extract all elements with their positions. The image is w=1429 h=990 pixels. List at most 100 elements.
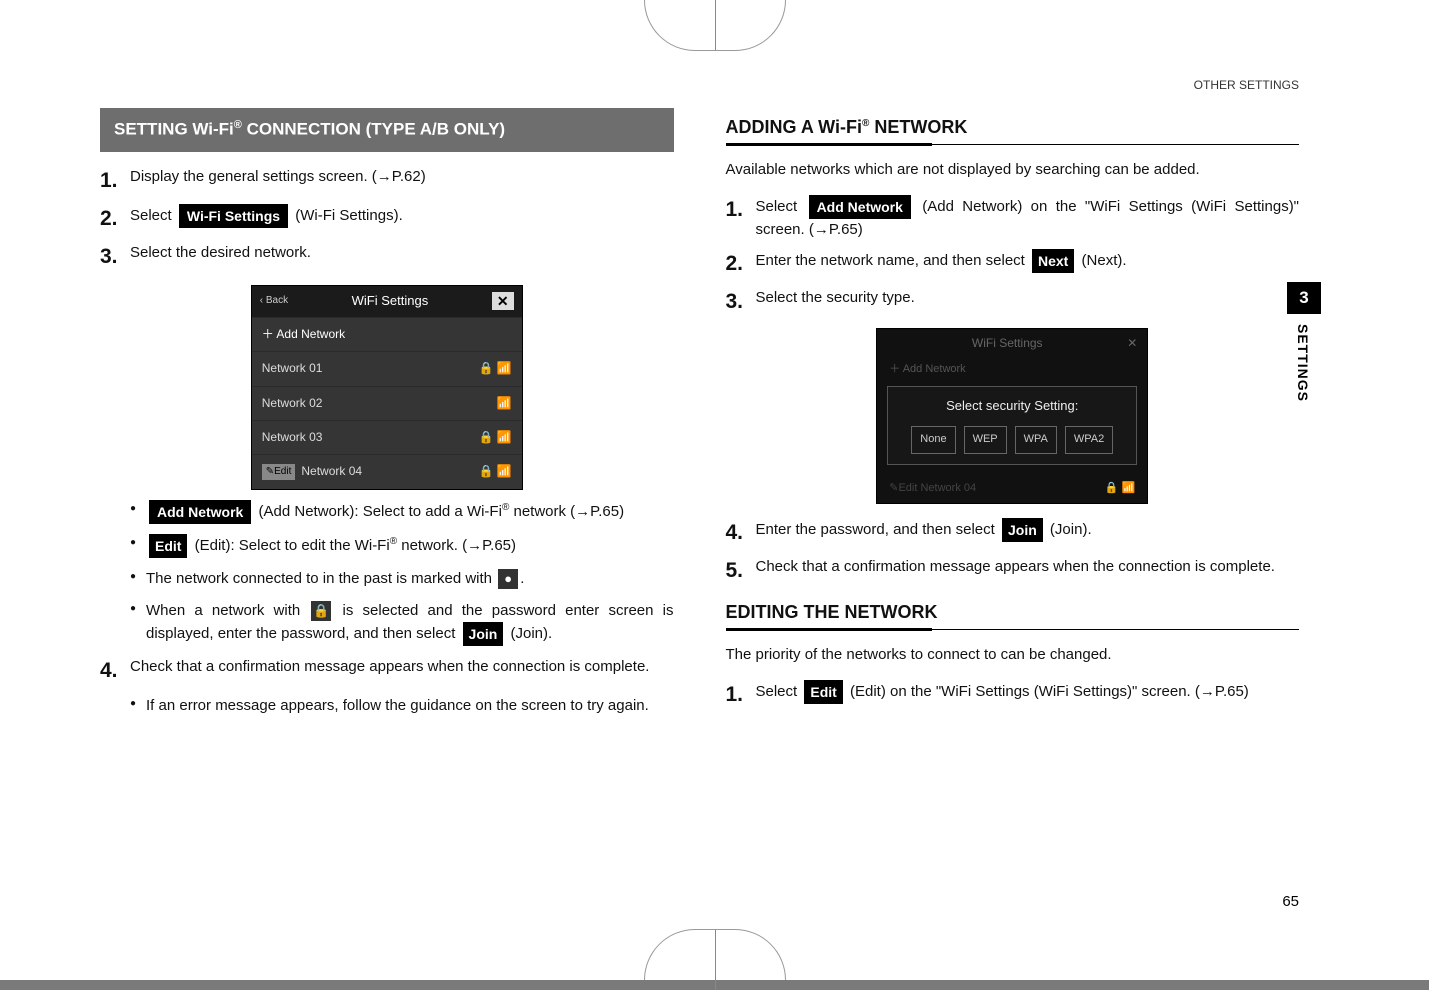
text: Select: [130, 207, 176, 224]
step-5: 5. Check that a confirmation message app…: [726, 556, 1300, 586]
security-option: WPA: [1015, 426, 1057, 454]
step-text: Check that a confirmation message appear…: [756, 556, 1300, 578]
step-2: 2. Enter the network name, and then sele…: [726, 249, 1300, 279]
chapter-tab: 3 SETTINGS: [1287, 282, 1321, 402]
text: The network connected to in the past is …: [146, 570, 496, 587]
bullet-item: The network connected to in the past is …: [130, 568, 674, 590]
text: Enter the password, and then select: [756, 521, 999, 538]
left-column: SETTING Wi-Fi® CONNECTION (TYPE A/B ONLY…: [100, 108, 674, 726]
security-option: None: [911, 426, 955, 454]
edit-tag: ✎Edit: [262, 464, 296, 481]
row-icons: 🔒 📶: [479, 429, 512, 446]
security-screenshot: WiFi Settings ✕ ＋ Add Network Select sec…: [876, 328, 1148, 504]
security-option: WPA2: [1065, 426, 1113, 454]
chapter-label: SETTINGS: [1295, 324, 1311, 402]
step-1: 1. Display the general settings screen. …: [100, 166, 674, 196]
step-1: 1. Select Add Network (Add Network) on t…: [726, 195, 1300, 241]
lock-icon: 🔒: [479, 430, 494, 444]
steps-list-cont: 4. Check that a confirmation message app…: [100, 656, 674, 686]
steps-list: 1. Select Add Network (Add Network) on t…: [726, 195, 1300, 318]
security-option: WEP: [964, 426, 1007, 454]
crease-top: [644, 0, 786, 51]
text: (Next).: [1077, 252, 1126, 269]
text: If an error message appears, follow the …: [146, 697, 649, 714]
step-text: Enter the password, and then select Join…: [756, 518, 1300, 542]
add-network-chip: Add Network: [809, 195, 911, 219]
security-options: None WEP WPA WPA2: [894, 426, 1130, 454]
step-text: Check that a confirmation message appear…: [130, 656, 674, 678]
step-3: 3. Select the security type.: [726, 287, 1300, 317]
edit-chip: Edit: [804, 680, 842, 704]
step-number: 2.: [726, 249, 756, 279]
add-network-label: ＋ Add Network: [262, 326, 345, 343]
screenshot-titlebar: WiFi Settings ✕: [877, 329, 1147, 358]
step-text: Enter the network name, and then select …: [756, 249, 1300, 273]
row-icons: 🔒 📶: [479, 463, 512, 480]
heading-text: EDITING THE NETWORK: [726, 602, 938, 622]
wifi-icon: 📶: [497, 430, 512, 444]
registered-mark: ®: [390, 536, 397, 547]
screenshot-titlebar: ‹ Back WiFi Settings ✕: [252, 286, 522, 317]
step-number: 1.: [726, 680, 756, 710]
text: network (→P.65): [513, 503, 624, 520]
wifi-icon: 📶: [497, 361, 512, 375]
intro-text: Available networks which are not display…: [726, 159, 1300, 181]
network-name: Network 01: [262, 360, 323, 377]
bullet-list: If an error message appears, follow the …: [130, 695, 674, 717]
chapter-number: 3: [1287, 282, 1321, 314]
section-heading-pre: SETTING Wi-Fi: [114, 120, 234, 139]
panel-label: Select security Setting:: [894, 397, 1130, 416]
bullet-item: When a network with 🔒 is selected and th…: [130, 600, 674, 646]
join-chip: Join: [1002, 518, 1043, 542]
wifi-list-screenshot: ‹ Back WiFi Settings ✕ ＋ Add Network Net…: [251, 285, 523, 490]
step-text: Select Add Network (Add Network) on the …: [756, 195, 1300, 241]
edit-chip: Edit: [149, 534, 187, 558]
step-number: 2.: [100, 204, 130, 234]
step-number: 3.: [726, 287, 756, 317]
step-1: 1. Select Edit (Edit) on the "WiFi Setti…: [726, 680, 1300, 710]
lock-icon: 🔒: [479, 464, 494, 478]
crease-bottom: [644, 929, 786, 980]
heading-rule: [726, 144, 1300, 145]
add-network-row: ＋ Add Network: [252, 317, 522, 351]
page: OTHER SETTINGS 3 SETTINGS SETTING Wi-Fi®…: [0, 0, 1429, 980]
join-chip: Join: [463, 622, 504, 646]
text: When a network with: [146, 602, 309, 619]
text: (Edit): Select to edit the Wi-Fi: [190, 537, 389, 554]
lock-icon: 🔒: [479, 361, 494, 375]
dim-row: ＋ Add Network: [877, 358, 1147, 382]
network-row: ✎Edit Network 04 🔒 📶: [252, 454, 522, 488]
text: Select: [756, 198, 806, 215]
step-number: 3.: [100, 242, 130, 272]
add-network-chip: Add Network: [149, 500, 251, 524]
subheading-adding: ADDING A Wi-Fi® NETWORK: [726, 114, 1300, 145]
wifi-icon: 📶: [497, 396, 512, 410]
steps-list: 1. Display the general settings screen. …: [100, 166, 674, 273]
text: Select: [756, 683, 802, 700]
text: (Add Network): Select to add a Wi-Fi: [254, 503, 502, 520]
dot-icon: ●: [498, 569, 518, 589]
lock-icon: 🔒: [311, 601, 331, 621]
close-icon: ✕: [492, 292, 514, 310]
right-column: ADDING A Wi-Fi® NETWORK Available networ…: [726, 108, 1330, 726]
text: (Wi-Fi Settings).: [291, 207, 403, 224]
step-number: 4.: [100, 656, 130, 686]
subheading-editing: EDITING THE NETWORK: [726, 599, 1300, 630]
text: (Join).: [1046, 521, 1092, 538]
page-number: 65: [1282, 893, 1299, 910]
heading-text-post: NETWORK: [869, 117, 967, 137]
network-row: Network 03 🔒 📶: [252, 420, 522, 454]
next-chip: Next: [1032, 249, 1074, 273]
registered-mark: ®: [502, 502, 509, 513]
step-number: 5.: [726, 556, 756, 586]
step-4: 4. Check that a confirmation message app…: [100, 656, 674, 686]
network-name: Network 02: [262, 395, 323, 412]
step-text: Select the security type.: [756, 287, 1300, 309]
network-row: Network 01 🔒 📶: [252, 351, 522, 385]
registered-mark: ®: [234, 119, 242, 131]
screenshot-title: WiFi Settings: [972, 335, 1043, 352]
steps-list-cont: 4. Enter the password, and then select J…: [726, 518, 1300, 587]
screenshot-footer: ✎Edit Network 04 🔒 📶: [877, 475, 1147, 503]
text: network. (→P.65): [397, 537, 516, 554]
section-heading: SETTING Wi-Fi® CONNECTION (TYPE A/B ONLY…: [100, 108, 674, 152]
